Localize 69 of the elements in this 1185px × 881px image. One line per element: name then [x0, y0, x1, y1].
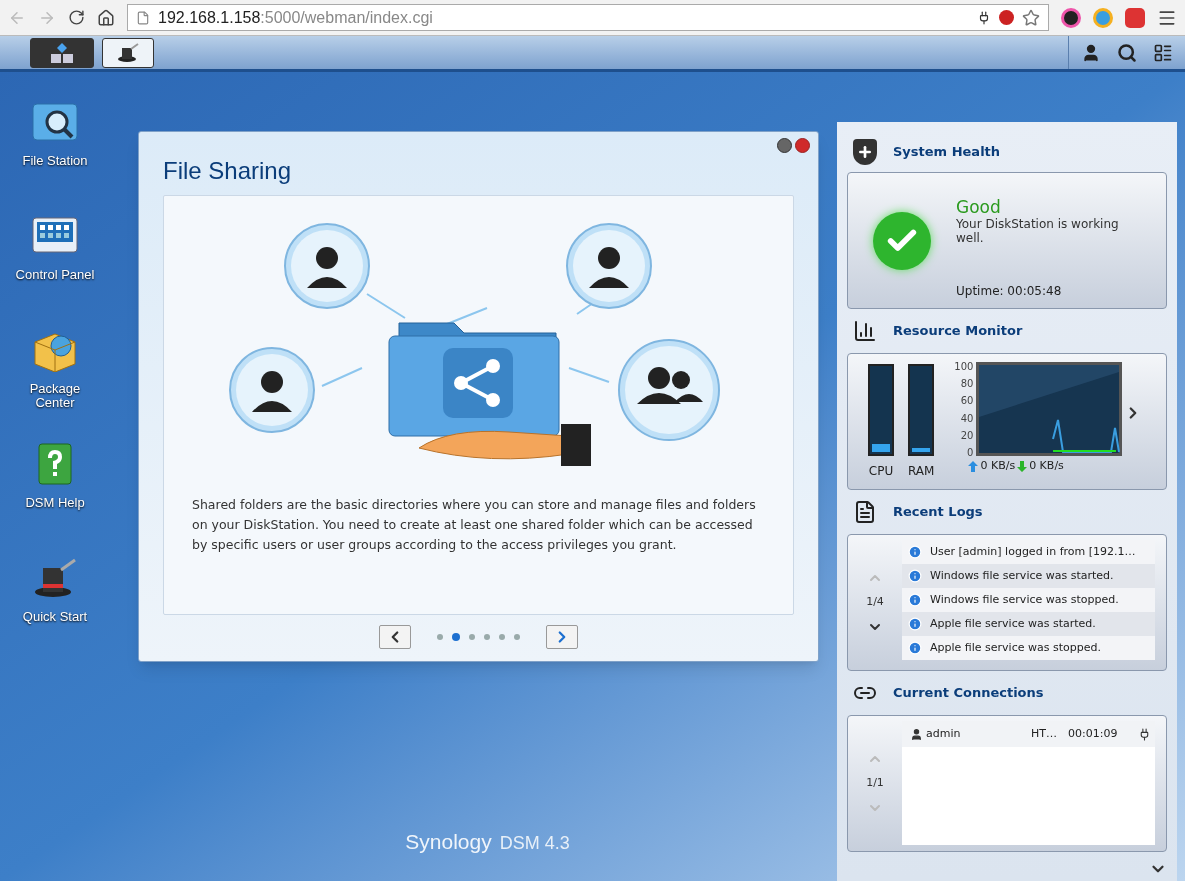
- widget-title: Resource Monitor: [893, 322, 1023, 341]
- reload-icon[interactable]: [68, 9, 85, 26]
- previous-button[interactable]: [379, 625, 411, 649]
- close-button[interactable]: [795, 138, 810, 153]
- log-message: User [admin] logged in from [192.1…: [930, 543, 1136, 560]
- widgets-icon[interactable]: [1153, 42, 1173, 63]
- log-message: Windows file service was stopped.: [930, 591, 1119, 608]
- health-status: Good: [956, 197, 1002, 217]
- download-speed: 0 KB/s: [1029, 458, 1064, 474]
- widget-title: Recent Logs: [893, 503, 983, 522]
- user-icon: [910, 727, 923, 741]
- log-message: Apple file service was started.: [930, 615, 1096, 632]
- url-text: 192.168.1.158:5000/webman/index.cgi: [158, 7, 433, 28]
- widget-title: System Health: [893, 143, 1001, 162]
- brand-logo: Synology: [405, 828, 492, 855]
- info-icon: [908, 545, 922, 559]
- meter-label: RAM: [908, 463, 935, 480]
- document-icon: [853, 500, 877, 524]
- scale-label: 80: [960, 379, 974, 390]
- user-icon[interactable]: [1081, 42, 1101, 63]
- scale-label: 20: [960, 430, 974, 441]
- address-bar[interactable]: 192.168.1.158:5000/webman/index.cgi: [127, 4, 1049, 31]
- info-icon: [908, 569, 922, 583]
- version-text: DSM 4.3: [499, 831, 570, 855]
- star-icon[interactable]: [1022, 8, 1040, 27]
- shield-icon: [853, 139, 877, 165]
- desktop-shortcut[interactable]: DSM Help: [2, 442, 108, 528]
- check-icon: [873, 211, 931, 270]
- download-arrow-icon: [1017, 460, 1028, 472]
- page-indicator: 1/4: [866, 594, 884, 611]
- disconnect-icon[interactable]: [1138, 727, 1151, 741]
- log-message: Windows file service was started.: [930, 567, 1114, 584]
- upload-speed: 0 KB/s: [980, 458, 1016, 474]
- grid-icon: [50, 41, 74, 64]
- description-text: Shared folders are the basic directories where you can store and manage files and folders on your DiskStation. You need to create at least one shared folder which can be accessed by specific users or user groups according to the access privileges you grant.: [192, 496, 757, 554]
- info-icon: [908, 617, 922, 631]
- desktop-shortcut[interactable]: Quick Start: [2, 556, 108, 642]
- scale-label: 60: [960, 396, 974, 407]
- scale-label: 40: [960, 413, 974, 424]
- widget-title: Current Connections: [893, 684, 1044, 703]
- search-icon[interactable]: [1117, 42, 1137, 63]
- extension-icon[interactable]: [1061, 7, 1081, 28]
- folder-magnifier-icon: [31, 100, 79, 144]
- minimize-button[interactable]: [777, 138, 792, 153]
- upload-arrow-icon: [968, 460, 979, 472]
- scale-label: 100: [954, 362, 974, 372]
- main-menu-button[interactable]: [30, 37, 94, 68]
- desktop-shortcut[interactable]: Package Center: [2, 328, 108, 414]
- scale-label: 0: [967, 447, 974, 458]
- home-icon[interactable]: [97, 8, 115, 27]
- desktop-shortcut[interactable]: File Station: [2, 100, 108, 186]
- dialog-title: File Sharing: [163, 156, 293, 186]
- connection-user: admin: [926, 725, 962, 742]
- info-icon: [908, 641, 922, 655]
- next-button[interactable]: [546, 625, 578, 649]
- connection-protocol: HT…: [1031, 725, 1058, 742]
- quick-start-button[interactable]: [102, 37, 154, 68]
- log-message: Apple file service was stopped.: [930, 639, 1101, 656]
- info-icon: [908, 593, 922, 607]
- plug-icon[interactable]: [977, 10, 991, 25]
- uptime-text: Uptime: 00:05:48: [956, 283, 1063, 300]
- bar-chart-icon: [853, 319, 877, 343]
- connection-time: 00:01:09: [1068, 725, 1119, 742]
- desktop-shortcut[interactable]: Control Panel: [2, 214, 108, 300]
- page-icon: [136, 10, 150, 25]
- magic-hat-icon: [117, 42, 139, 63]
- health-message: Your DiskStation is working well.: [956, 217, 1120, 245]
- page-indicator: 1/1: [866, 775, 884, 792]
- meter-label: CPU: [868, 463, 894, 480]
